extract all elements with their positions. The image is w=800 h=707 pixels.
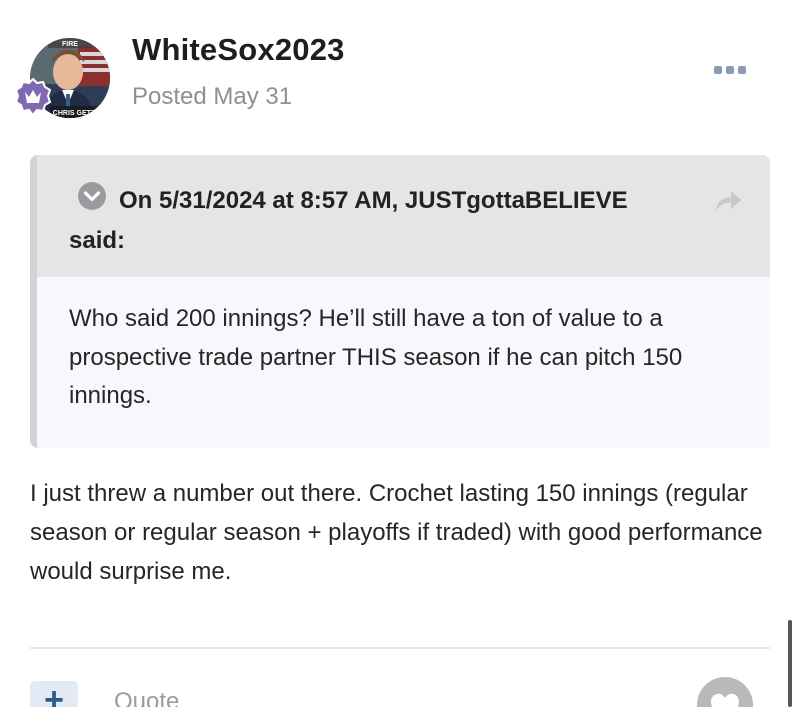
rank-badge-icon	[14, 78, 52, 116]
quote-bar	[30, 155, 37, 448]
svg-text:CHRIS GETZ: CHRIS GETZ	[53, 110, 96, 117]
heart-icon[interactable]	[696, 676, 754, 707]
share-arrow-icon[interactable]	[713, 189, 743, 213]
plus-icon: +	[44, 681, 64, 707]
post-body-text: I just threw a number out there. Crochet…	[30, 480, 763, 585]
scrollbar[interactable]	[788, 620, 792, 707]
quote-citation[interactable]: On 5/31/2024 at 8:57 AM, JUSTgottaBELIEV…	[69, 181, 689, 261]
author-avatar-wrap[interactable]: FIRE CHRIS GETZ	[14, 38, 110, 118]
more-options-button[interactable]	[712, 62, 748, 78]
quote-header[interactable]: On 5/31/2024 at 8:57 AM, JUSTgottaBELIEV…	[37, 155, 770, 277]
author-name[interactable]: WhiteSox2023	[132, 32, 345, 68]
quote-button[interactable]: Quote	[114, 688, 179, 707]
svg-text:FIRE: FIRE	[62, 41, 78, 48]
multiquote-add-button[interactable]: +	[30, 681, 78, 707]
divider	[30, 647, 770, 649]
quoted-post: On 5/31/2024 at 8:57 AM, JUSTgottaBELIEV…	[30, 155, 770, 448]
posted-date[interactable]: Posted May 31	[132, 83, 292, 111]
ellipsis-icon	[714, 66, 746, 74]
quote-body: Who said 200 innings? He’ll still have a…	[69, 305, 683, 409]
